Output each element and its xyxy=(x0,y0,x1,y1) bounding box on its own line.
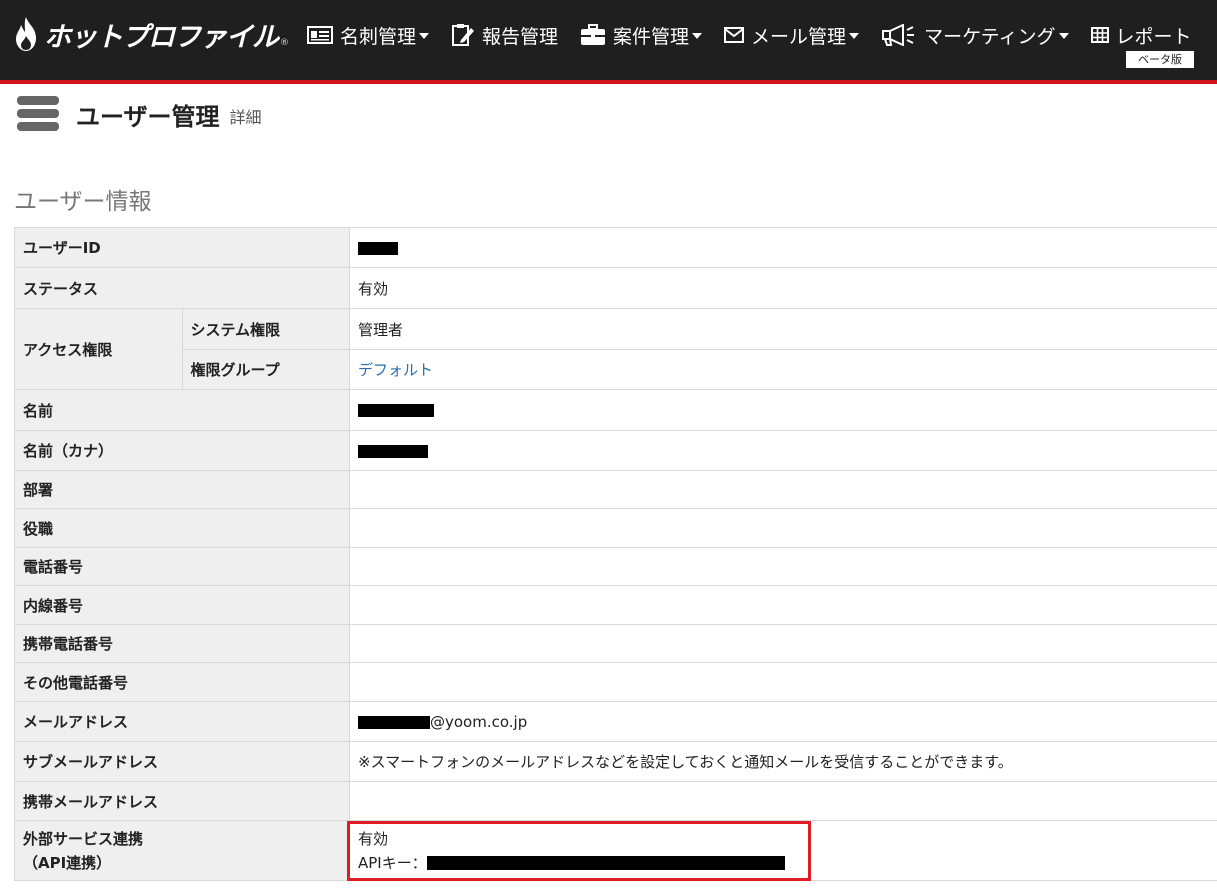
registered-mark: ® xyxy=(280,38,289,48)
row-label-sub-email: サブメールアドレス xyxy=(14,741,350,782)
table-grid-icon xyxy=(1090,27,1109,43)
table-row: 電話番号 xyxy=(14,547,1217,586)
nav-reports[interactable]: レポート xyxy=(1090,22,1192,49)
database-icon xyxy=(17,96,59,131)
page-title: ユーザー管理 xyxy=(76,102,220,131)
sub-email-note: ※スマートフォンのメールアドレスなどを設定しておくと通知メールを受信することがで… xyxy=(349,741,1217,782)
beta-badge: ベータ版 xyxy=(1126,51,1194,68)
nav-marketing[interactable]: マーケティング xyxy=(881,22,1069,49)
row-label-other-phone: その他電話番号 xyxy=(14,662,350,702)
megaphone-icon xyxy=(881,24,917,46)
user-id-value xyxy=(349,227,1217,268)
redacted-value xyxy=(358,241,398,255)
redacted-value xyxy=(358,715,430,729)
system-permission-value: 管理者 xyxy=(349,308,1217,350)
nav-mail[interactable]: メール管理 xyxy=(724,22,860,49)
table-row: メールアドレス @yoom.co.jp xyxy=(14,701,1217,742)
row-label-permission-group: 権限グループ xyxy=(181,349,350,390)
row-label-phone: 電話番号 xyxy=(14,547,350,586)
name-kana-value xyxy=(349,430,1217,471)
row-label-status: ステータス xyxy=(14,267,350,309)
nav-reports-label: レポート xyxy=(1115,25,1192,48)
table-row: 携帯メールアドレス xyxy=(14,781,1217,821)
row-label-mobile-email: 携帯メールアドレス xyxy=(14,781,350,821)
business-card-icon xyxy=(307,26,333,44)
nav-report-label: 報告管理 xyxy=(482,25,559,48)
chevron-down-icon xyxy=(692,33,703,39)
extension-value xyxy=(349,585,1217,625)
table-row: 携帯電話番号 xyxy=(14,624,1217,663)
nav-report[interactable]: 報告管理 xyxy=(451,22,558,49)
api-highlight-box xyxy=(347,821,811,881)
table-row: 内線番号 xyxy=(14,585,1217,625)
row-label-position: 役職 xyxy=(14,508,350,548)
permission-group-link[interactable]: デフォルト xyxy=(358,361,433,379)
email-value: @yoom.co.jp xyxy=(349,701,1217,742)
table-row: 役職 xyxy=(14,508,1217,548)
name-value xyxy=(349,389,1217,431)
api-label-line1: 外部サービス連携 xyxy=(23,829,144,848)
department-value xyxy=(349,470,1217,509)
row-label-extension: 内線番号 xyxy=(14,585,350,625)
row-label-email: メールアドレス xyxy=(14,701,350,742)
table-row: サブメールアドレス ※スマートフォンのメールアドレスなどを設定しておくと通知メー… xyxy=(14,741,1217,782)
table-row: アクセス権限 システム権限 管理者 xyxy=(14,308,1217,390)
row-label-system-permission: システム権限 xyxy=(181,308,350,350)
redacted-value xyxy=(358,444,428,458)
row-label-department: 部署 xyxy=(14,470,350,509)
status-value: 有効 xyxy=(349,267,1217,309)
chevron-down-icon xyxy=(419,33,430,39)
report-edit-icon xyxy=(451,23,475,47)
flame-icon xyxy=(16,17,36,51)
row-label-api: 外部サービス連携 （API連携） xyxy=(14,820,350,881)
permission-group-cell: デフォルト xyxy=(349,349,1217,390)
top-navigation-bar: ホットプロファイル ® 名刺管理 報告管理 案件管理 メール管理 マーケティング… xyxy=(0,0,1217,84)
nav-marketing-label: マーケティング xyxy=(924,25,1056,48)
nav-business-card-label: 名刺管理 xyxy=(340,25,417,48)
nav-mail-label: メール管理 xyxy=(751,25,847,48)
phone-value xyxy=(349,547,1217,586)
page-header: ユーザー管理 詳細 xyxy=(16,94,262,134)
nav-business-card[interactable]: 名刺管理 xyxy=(307,22,430,49)
envelope-icon xyxy=(724,27,745,43)
mobile-value xyxy=(349,624,1217,663)
main-nav: 名刺管理 報告管理 案件管理 メール管理 マーケティング レポート xyxy=(307,18,1214,52)
email-domain: @yoom.co.jp xyxy=(430,712,528,731)
redacted-value xyxy=(358,404,434,417)
table-row: 名前（カナ） xyxy=(14,430,1217,471)
table-row: ユーザーID xyxy=(14,227,1217,268)
table-row: その他電話番号 xyxy=(14,662,1217,702)
row-label-name: 名前 xyxy=(14,389,350,431)
page-subtitle: 詳細 xyxy=(229,108,262,127)
other-phone-value xyxy=(349,662,1217,702)
chevron-down-icon xyxy=(1058,33,1069,39)
table-row: 権限グループ デフォルト xyxy=(15,349,1217,390)
app-logo[interactable]: ホットプロファイル ® xyxy=(12,14,289,54)
row-label-user-id: ユーザーID xyxy=(14,227,350,268)
row-label-mobile: 携帯電話番号 xyxy=(14,624,350,663)
user-info-table: ユーザーID ステータス 有効 アクセス権限 システム権限 管理者 権限グループ… xyxy=(14,227,1217,881)
section-title: ユーザー情報 xyxy=(14,189,152,215)
row-label-name-kana: 名前（カナ） xyxy=(14,430,350,471)
nav-deal-label: 案件管理 xyxy=(613,25,690,48)
api-label-line2: （API連携） xyxy=(23,853,112,872)
chevron-down-icon xyxy=(849,33,860,39)
table-row: 部署 xyxy=(14,470,1217,509)
table-row: 名前 xyxy=(14,389,1217,431)
mobile-email-value xyxy=(349,781,1217,821)
row-label-access: アクセス権限 xyxy=(14,308,183,390)
logo-text: ホットプロファイル xyxy=(44,21,279,53)
position-value xyxy=(349,508,1217,548)
briefcase-icon xyxy=(580,24,606,46)
nav-deal[interactable]: 案件管理 xyxy=(580,22,703,49)
table-row: ステータス 有効 xyxy=(14,267,1217,309)
